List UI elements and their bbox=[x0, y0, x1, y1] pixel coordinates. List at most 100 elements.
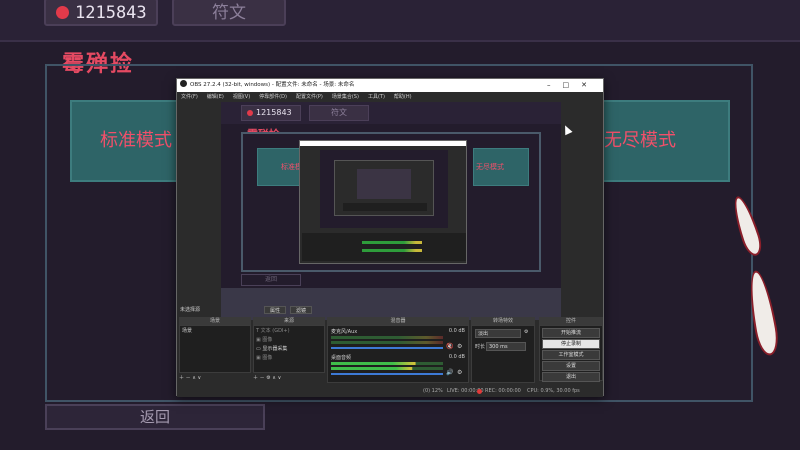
source-item[interactable]: T 文本 (GDI+) bbox=[254, 326, 324, 335]
mixer-dock-title: 混音器 bbox=[327, 317, 469, 325]
filters-button[interactable]: 滤镜 bbox=[290, 306, 312, 314]
window-controls[interactable]: –□✕ bbox=[547, 79, 599, 92]
source-item[interactable]: ▣ 图像 bbox=[254, 353, 324, 362]
preview-endless-label: 无尽模式 bbox=[476, 163, 504, 171]
studio-mode-button[interactable]: 工作室模式 bbox=[542, 350, 600, 360]
image-icon: ▣ bbox=[256, 337, 261, 343]
add-scene-icon[interactable]: ＋ bbox=[179, 375, 184, 381]
source-item-label: 显示器采集 bbox=[262, 346, 288, 352]
source-toolbar: 未选择源 属性 滤镜 bbox=[180, 305, 600, 315]
start-streaming-button[interactable]: 开始推流 bbox=[542, 328, 600, 338]
scene-item[interactable]: 场景 bbox=[180, 326, 250, 335]
menu-scene-collection[interactable]: 场景集合(S) bbox=[332, 94, 359, 100]
nested-meter bbox=[362, 249, 422, 252]
properties-button[interactable]: 属性 bbox=[264, 306, 286, 314]
source-item-label: 图像 bbox=[262, 337, 273, 343]
source-item-label: 图像 bbox=[262, 355, 273, 361]
gear-icon[interactable]: ⚙ bbox=[524, 329, 528, 335]
add-source-icon[interactable]: ＋ bbox=[253, 375, 258, 381]
preview-runes-tab: 符文 bbox=[309, 105, 369, 121]
endless-mode-label: 无尽模式 bbox=[604, 130, 676, 151]
mixer-panel: 麦克风/Aux 0.0 dB 🔇 ⚙ 桌面音频 0.0 dB 🔊 ⚙ bbox=[327, 325, 469, 383]
source-item[interactable]: ▣ 图像 bbox=[254, 335, 324, 344]
volume-meter bbox=[331, 341, 443, 344]
standard-mode-label: 标准模式 bbox=[100, 130, 172, 151]
preview-floor bbox=[221, 288, 561, 320]
speaker-icon[interactable]: 🔊 bbox=[446, 369, 453, 376]
nested-obs-3 bbox=[357, 169, 411, 199]
image-icon: ▣ bbox=[256, 355, 261, 361]
endless-mode-card[interactable]: 无尽模式 bbox=[600, 100, 730, 182]
gear-icon[interactable]: ⚙ bbox=[457, 369, 464, 376]
coin-icon bbox=[247, 110, 253, 116]
sources-dock: 来源 T 文本 (GDI+) ▣ 图像 ▭ 显示器采集 ▣ 图像 ＋ － ⚙ ∧… bbox=[253, 317, 325, 383]
preview-score-value: 1215843 bbox=[256, 108, 292, 117]
remove-scene-icon[interactable]: － bbox=[186, 375, 191, 381]
dropped-frames: (0) 12% bbox=[423, 388, 443, 394]
move-up-icon[interactable]: ∧ bbox=[272, 375, 276, 381]
mixer-channel-name: 麦克风/Aux bbox=[331, 329, 358, 335]
controls-dock-title: 控件 bbox=[539, 317, 603, 325]
cpu-fps: CPU: 0.9%, 30.00 fps bbox=[527, 388, 580, 394]
nested-obs-docks-row bbox=[302, 233, 466, 261]
transition-select-value: 淡出 bbox=[478, 331, 489, 337]
source-item-label: 文本 (GDI+) bbox=[260, 328, 290, 334]
stop-recording-button[interactable]: 停止录制 bbox=[542, 339, 600, 349]
preview-nested-1: 标准模式 无尽模式 bbox=[241, 132, 541, 272]
volume-slider[interactable] bbox=[331, 373, 443, 375]
obs-menubar: 文件(F) 编辑(E) 视图(V) 停靠部件(D) 配置文件(P) 场景集合(S) 工具(T… bbox=[177, 92, 603, 102]
duration-input[interactable]: 300 ms bbox=[486, 342, 526, 351]
menu-file[interactable]: 文件(F) bbox=[181, 94, 198, 100]
monitor-icon: ▭ bbox=[256, 346, 261, 352]
gear-icon[interactable]: ⚙ bbox=[266, 375, 270, 381]
rec-indicator-icon bbox=[477, 389, 482, 394]
gear-icon[interactable]: ⚙ bbox=[457, 343, 464, 350]
preview-back-button: 返回 bbox=[241, 274, 301, 286]
remove-source-icon[interactable]: － bbox=[260, 375, 265, 381]
menu-edit[interactable]: 编辑(E) bbox=[207, 94, 224, 100]
transitions-dock: 转场特效 淡出 ⚙ 时长 300 ms bbox=[471, 317, 535, 383]
standard-mode-card[interactable]: 标准模式 bbox=[70, 100, 182, 182]
obs-statusbar: (0) 12% LIVE: 00:00:00 REC: 00:00:00 CPU… bbox=[177, 385, 603, 397]
text-icon: T bbox=[256, 328, 260, 334]
mute-icon[interactable]: 🔇 bbox=[446, 343, 453, 350]
volume-slider[interactable] bbox=[331, 347, 443, 349]
exit-button[interactable]: 退出 bbox=[542, 372, 600, 382]
transition-select[interactable]: 淡出 bbox=[475, 329, 521, 338]
move-down-icon[interactable]: ∨ bbox=[197, 375, 201, 381]
obs-logo-icon bbox=[180, 80, 187, 87]
sources-toolbar: ＋ － ⚙ ∧ ∨ bbox=[253, 373, 325, 383]
preview-back-label: 返回 bbox=[264, 276, 277, 283]
menu-docks[interactable]: 停靠部件(D) bbox=[259, 94, 287, 100]
menu-view[interactable]: 视图(V) bbox=[233, 94, 250, 100]
volume-meter bbox=[331, 362, 443, 365]
source-item[interactable]: ▭ 显示器采集 bbox=[254, 344, 324, 353]
runes-tab[interactable]: 符文 bbox=[172, 0, 286, 26]
score-badge: 1215843 bbox=[44, 0, 158, 26]
mixer-dock: 混音器 麦克风/Aux 0.0 dB 🔇 ⚙ 桌面音频 0.0 dB 🔊 ⚙ bbox=[327, 317, 469, 383]
scenes-dock: 场景 场景 ＋ － ∧ ∨ bbox=[179, 317, 251, 383]
back-button[interactable]: 返回 bbox=[45, 404, 265, 430]
menu-tools[interactable]: 工具(T) bbox=[368, 94, 385, 100]
mixer-channel-name: 桌面音频 bbox=[331, 355, 352, 361]
back-button-label: 返回 bbox=[139, 408, 170, 426]
obs-preview[interactable]: 1215843 符文 霉殚捡 标准模式 无尽模式 返回 bbox=[221, 102, 561, 320]
scenes-dock-title: 场景 bbox=[179, 317, 251, 325]
no-source-label: 未选择源 bbox=[180, 307, 201, 313]
controls-dock: 控件 开始推流 停止录制 工作室模式 设置 退出 bbox=[539, 317, 603, 383]
menu-profile[interactable]: 配置文件(P) bbox=[296, 94, 323, 100]
duration-label: 时长 bbox=[475, 344, 486, 350]
nested-obs-preview bbox=[320, 150, 448, 228]
score-value: 1215843 bbox=[75, 3, 147, 23]
coin-icon bbox=[56, 6, 69, 19]
nested-meter bbox=[362, 241, 422, 244]
preview-runes-label: 符文 bbox=[331, 108, 347, 117]
scenes-toolbar: ＋ － ∧ ∨ bbox=[179, 373, 251, 383]
move-down-icon[interactable]: ∨ bbox=[278, 375, 282, 381]
obs-titlebar: OBS 27.2.4 (32-bit, windows) - 配置文件: 未命名… bbox=[177, 79, 603, 92]
transitions-dock-title: 转场特效 bbox=[471, 317, 535, 325]
menu-help[interactable]: 帮助(H) bbox=[394, 94, 412, 100]
settings-button[interactable]: 设置 bbox=[542, 361, 600, 371]
move-up-icon[interactable]: ∧ bbox=[192, 375, 196, 381]
preview-score-badge: 1215843 bbox=[241, 105, 301, 121]
